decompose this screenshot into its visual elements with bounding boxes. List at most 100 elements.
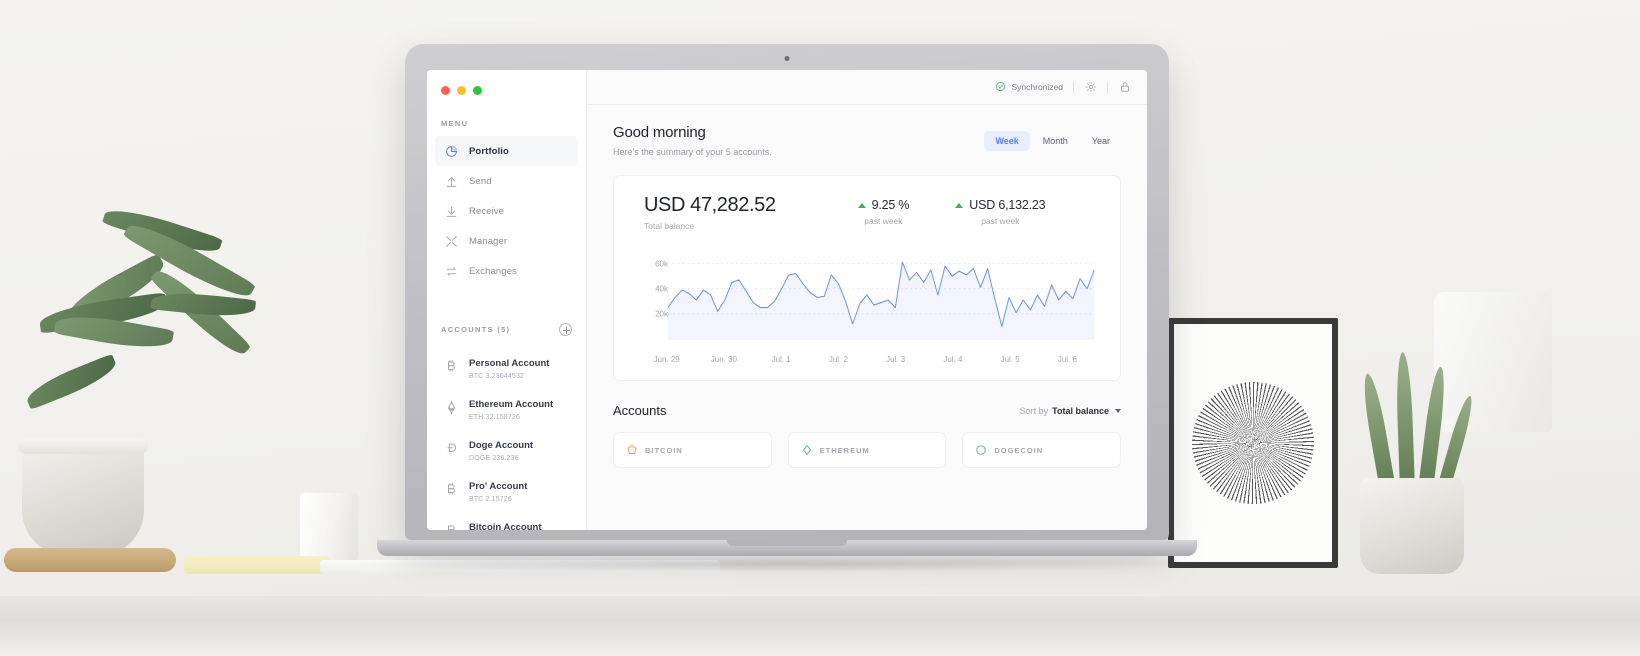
framed-artwork [1168, 318, 1338, 568]
chart-area-fill [667, 262, 1095, 339]
sidebar-item-exchanges[interactable]: Exchanges [435, 256, 578, 286]
list-item[interactable]: Personal Account BTC 3.23644532 [435, 346, 578, 387]
stat-period: past week [864, 216, 903, 226]
chart-x-axis-labels: Jun. 29 Jun. 30 Jul. 1 Jul. 2 Jul. 3 Jul… [614, 355, 1120, 364]
app-window: MENU Portfolio Send Receive Manager Exch… [427, 70, 1147, 530]
divider [1073, 81, 1074, 93]
webcam [784, 56, 790, 61]
plus-circle-icon[interactable] [559, 323, 572, 336]
bitcoin-coin-icon [626, 444, 638, 456]
chevron-down-icon [1115, 408, 1121, 413]
list-item[interactable]: Pro' Account BTC 2.15726 [435, 469, 578, 510]
sidebar-item-label: Exchanges [469, 265, 517, 277]
total-balance-amount: USD 47,282.52 [644, 194, 776, 216]
x-tick: Jun. 29 [653, 355, 680, 364]
white-vase [1434, 292, 1552, 432]
account-card-ethereum[interactable]: ETHEREUM [787, 432, 947, 468]
account-balance: BTC 3.23644532 [469, 373, 525, 380]
minimize-button[interactable] [457, 86, 466, 95]
stat-value: 9.25 % [871, 198, 910, 212]
account-balance: ETH 32.158726 [469, 414, 520, 421]
top-bar: Synchronized [587, 70, 1147, 105]
section-title: Accounts [613, 403, 667, 418]
stat-value: USD 6,132.23 [969, 198, 1046, 212]
desk-surface [0, 596, 1640, 656]
laptop-screen: MENU Portfolio Send Receive Manager Exch… [427, 70, 1147, 530]
sort-by-control[interactable]: Sort by Total balance [1020, 406, 1121, 416]
account-card-bitcoin[interactable]: BITCOIN [613, 432, 772, 468]
coffee-cup [300, 493, 358, 565]
sidebar-item-receive[interactable]: Receive [435, 196, 578, 226]
stat-absolute-change: USD 6,132.23 past week [955, 198, 1046, 226]
laptop-base [377, 540, 1197, 556]
sidebar-item-label: Send [469, 175, 492, 187]
sort-by-label: Sort by [1019, 405, 1049, 416]
sidebar-item-manager[interactable]: Manager [435, 226, 578, 256]
pie-chart-icon [445, 145, 458, 158]
trend-up-icon [857, 202, 866, 208]
account-name: Pro' Account [469, 481, 528, 492]
plant-pot-left [18, 438, 148, 556]
stat-value-row: USD 6,132.23 [955, 198, 1046, 212]
page-title: Good morning [613, 124, 706, 141]
account-balance: DOGE 236.236 [469, 455, 519, 462]
laptop-shadow [349, 556, 1225, 572]
stat-period: past week [981, 216, 1020, 226]
coin-label: DOGECOIN [994, 445, 1044, 455]
coin-label: ETHEREUM [819, 445, 870, 455]
list-item[interactable]: Doge Account DOGE 236.236 [435, 428, 578, 469]
ethereum-coin-icon [801, 444, 813, 456]
account-name: Bitcoin Account [469, 522, 542, 530]
y-tick: 40k [655, 284, 668, 294]
accounts-section-header: Accounts Sort by Total balance [613, 403, 1121, 418]
y-tick: 20k [655, 309, 668, 319]
close-button[interactable] [441, 86, 450, 95]
x-tick: Jul. 6 [1057, 355, 1077, 364]
balance-stats: 9.25 % past week USD 6,132.23 past week [857, 194, 1046, 226]
x-tick: Jul. 1 [771, 355, 791, 364]
sidebar-item-label: Portfolio [469, 145, 509, 157]
gear-icon[interactable] [1084, 81, 1097, 94]
trend-up-icon [955, 202, 964, 208]
ethereum-icon [445, 400, 458, 415]
sidebar: MENU Portfolio Send Receive Manager Exch… [427, 70, 587, 530]
accounts-list: Personal Account BTC 3.23644532 Ethereum… [427, 346, 586, 530]
swap-arrows-icon [445, 265, 458, 278]
sticky-notes [184, 556, 330, 574]
laptop: MENU Portfolio Send Receive Manager Exch… [349, 44, 1225, 572]
tab-year[interactable]: Year [1081, 131, 1121, 151]
x-tick: Jun. 30 [710, 355, 737, 364]
sidebar-item-label: Manager [469, 235, 508, 247]
list-item[interactable]: Ethereum Account ETH 32.158726 [435, 387, 578, 428]
lock-icon[interactable] [1118, 81, 1131, 94]
main-menu: Portfolio Send Receive Manager Exchanges [427, 136, 586, 286]
laptop-lid: MENU Portfolio Send Receive Manager Exch… [405, 44, 1169, 540]
balance-chart: 20k 40k 60k [614, 245, 1120, 349]
dogecoin-icon [445, 441, 458, 456]
account-name: Personal Account [469, 358, 550, 369]
account-name: Ethereum Account [469, 399, 554, 410]
account-card-dogecoin[interactable]: DOGECOIN [962, 432, 1122, 468]
bitcoin-icon [445, 359, 458, 374]
bitcoin-icon [445, 482, 458, 497]
sync-status: Synchronized [995, 81, 1063, 94]
artwork-circle [1192, 382, 1314, 504]
x-tick: Jul. 2 [828, 355, 848, 364]
y-tick: 60k [655, 259, 668, 269]
list-item[interactable]: Bitcoin Account BTC 0.85241 [435, 510, 578, 530]
tab-week[interactable]: Week [984, 131, 1030, 151]
balance-row: USD 47,282.52 Total balance 9.25 % past … [614, 194, 1120, 231]
total-balance-label: Total balance [644, 221, 695, 231]
maximize-button[interactable] [473, 86, 482, 95]
arrow-up-icon [445, 175, 458, 188]
sidebar-item-send[interactable]: Send [435, 166, 578, 196]
menu-section-label: MENU [441, 119, 469, 128]
check-circle-icon [995, 81, 1006, 94]
greeting-block: Good morning Here's the summary of your … [613, 124, 772, 157]
sidebar-item-label: Receive [469, 205, 505, 217]
accounts-header: ACCOUNTS (5) [427, 323, 586, 336]
plant-pot-right [1360, 478, 1464, 574]
tab-month[interactable]: Month [1032, 131, 1079, 151]
scene: MENU Portfolio Send Receive Manager Exch… [0, 0, 1640, 656]
sidebar-item-portfolio[interactable]: Portfolio [435, 136, 578, 166]
